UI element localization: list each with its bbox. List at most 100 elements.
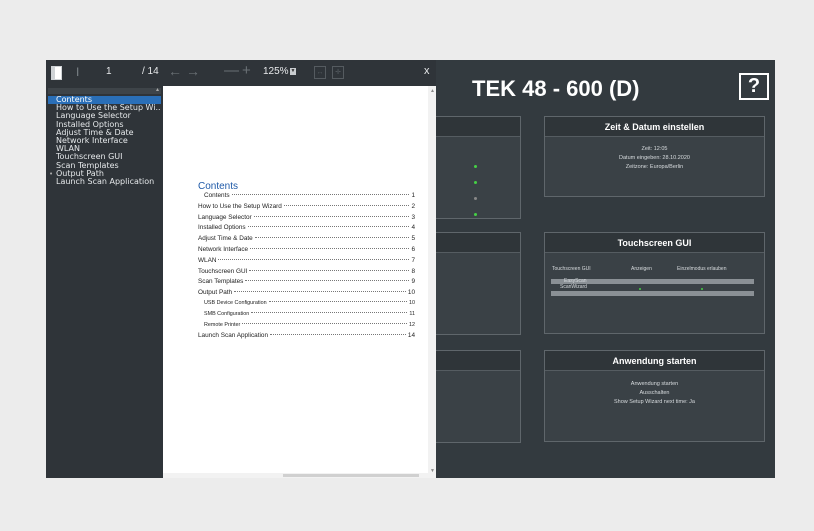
shutdown-link[interactable]: Ausschalten [545,389,764,398]
toc-list: Contents 1 How to Use the Setup Wizard 2 Lan… [198,192,415,343]
card-touchscreen-gui[interactable]: Touchscreen GUI Touchscreen GUI Anzeigen… [544,232,765,334]
card-time-date[interactable]: Zeit & Datum einstellen Zeit: 12:05 Datu… [544,116,765,197]
outline-item-setup-wizard[interactable]: How to Use the Setup Wi... [48,104,161,112]
toc-entry[interactable]: SMB Configuration 11 [198,311,415,322]
toc-leader [253,215,410,217]
outline-item-output-path[interactable]: • Output Path [48,170,161,178]
toc-leader [231,194,410,195]
toc-entry-label: USB Device Configuration [204,299,267,306]
toc-entry-label: WLAN [198,256,217,264]
toc-entry-label: SMB Configuration [204,310,250,317]
toc-leader [268,300,407,302]
chevron-up-icon[interactable]: ▴ [156,86,159,93]
zoom-select[interactable]: 125% [263,66,289,77]
toc-leader [250,247,410,249]
page-total: / 14 [142,66,159,77]
app-title: TEK 48 - 600 (D) [472,76,640,101]
outline-item-language[interactable]: Language Selector [48,112,161,120]
toc-entry-page: 1 [411,192,415,199]
outline-item-contents[interactable]: Contents [48,96,161,105]
toc-leader [245,280,410,282]
chevron-down-icon[interactable]: ▼ [430,468,435,474]
outline-item-time-date[interactable]: Adjust Time & Date [48,129,161,137]
toc-entry-label: Remote Printer [204,321,241,328]
zoom-in-button[interactable]: + [242,62,251,79]
toc-entry-label: Output Path [198,289,233,297]
outline-item-scan-templates[interactable]: Scan Templates [48,162,161,170]
fit-width-icon[interactable]: ↔ [314,66,326,79]
toc-entry[interactable]: Contents 1 [198,192,415,203]
toc-entry[interactable]: How to Use the Setup Wizard 2 [198,203,415,214]
outline-item-touchscreen[interactable]: Touchscreen GUI [48,153,161,161]
toc-entry-page: 2 [411,202,415,210]
toc-leader [247,226,410,228]
toc-entry-label: How to Use the Setup Wizard [198,202,282,210]
zoom-out-button[interactable]: — [224,62,239,79]
outline-item-installed-options[interactable]: Installed Options [48,121,161,129]
toc-entry-page: 6 [411,245,415,253]
toc-entry[interactable]: Touchscreen GUI 8 [198,268,415,279]
toc-leader [283,204,410,206]
toc-entry[interactable]: Remote Printer 12 [198,322,415,333]
status-on-icon [474,213,477,216]
toc-leader [254,237,410,239]
timezone-value: Zeitzone: Europa/Berlin [625,164,684,170]
toc-entry[interactable]: Scan Templates 9 [198,278,415,289]
chevron-up-icon[interactable]: ▲ [430,88,435,94]
toc-entry[interactable]: USB Device Configuration 10 [198,300,415,311]
toc-entry[interactable]: Network Interface 6 [198,246,415,257]
toc-entry[interactable]: WLAN 7 [198,257,415,268]
toc-entry-page: 3 [411,213,415,221]
toc-entry-page: 10 [409,299,415,306]
col-anzeigen: Anzeigen [631,266,652,272]
scroll-thumb[interactable] [283,474,419,477]
toc-entry[interactable]: Installed Options 4 [198,224,415,235]
toc-entry-page: 12 [409,321,415,328]
horizontal-scrollbar[interactable] [163,473,428,478]
help-button[interactable]: ? [739,73,769,100]
toc-entry-page: 8 [411,267,415,275]
toc-entry[interactable]: Launch Scan Application 14 [198,332,415,343]
arrow-left-icon[interactable]: ← [168,63,182,79]
page-number-input[interactable]: 1 [106,66,112,77]
toc-entry-label: Launch Scan Application [198,332,268,340]
fit-page-icon[interactable]: ✛ [332,66,344,79]
document-page[interactable]: Contents Contents 1 How to Use the Setup W… [163,86,428,475]
card-launch-application[interactable]: Anwendung starten Anwendung starten Auss… [544,350,765,442]
card-touchscreen-title: Touchscreen GUI [545,233,764,253]
expand-icon[interactable]: • [49,170,53,178]
outline-item-wlan[interactable]: WLAN [48,145,161,153]
scanwizard-label: ScanWizard [560,284,587,290]
status-on-icon [474,181,477,184]
sidebar-scrollbar[interactable]: ▴ [48,86,161,94]
touchscreen-row-scanwizard[interactable] [551,291,754,296]
toc-entry-page: 9 [411,278,415,286]
status-on-icon [639,288,641,290]
vertical-scrollbar[interactable]: ▲ ▼ [428,86,436,478]
show-wizard-setting[interactable]: Show Setup Wizard next time: Ja [545,398,764,407]
toc-entry[interactable]: Output Path 10 [198,289,415,300]
text-cursor-icon[interactable]: I [76,65,79,79]
toc-leader [234,291,406,293]
toc-leader [251,311,408,313]
toc-leader [249,269,410,271]
close-button[interactable]: x [424,65,430,77]
launch-app-link[interactable]: Anwendung starten [545,380,764,389]
toc-entry[interactable]: Adjust Time & Date 5 [198,235,415,246]
toc-entry-label: Touchscreen GUI [198,267,248,275]
sidebar-toggle-icon[interactable] [51,66,62,80]
outline-item-launch[interactable]: Launch Scan Application [48,178,161,186]
toc-entry-page: 11 [409,310,415,317]
toc-entry[interactable]: Language Selector 3 [198,214,415,225]
toc-entry-label: Installed Options [198,224,246,232]
arrow-right-icon[interactable]: → [186,63,200,79]
toc-entry-label: Scan Templates [198,278,244,286]
status-off-icon [474,197,477,200]
outline-item-network[interactable]: Network Interface [48,137,161,145]
col-touchscreen-gui: Touchscreen GUI [552,266,591,272]
chevron-down-icon[interactable]: ▼ [290,68,296,75]
toc-entry-label: Contents [204,192,230,199]
toc-title: Contents [198,181,239,192]
outline-list: Contents How to Use the Setup Wi... Lang… [48,96,161,186]
status-on-icon [474,165,477,168]
